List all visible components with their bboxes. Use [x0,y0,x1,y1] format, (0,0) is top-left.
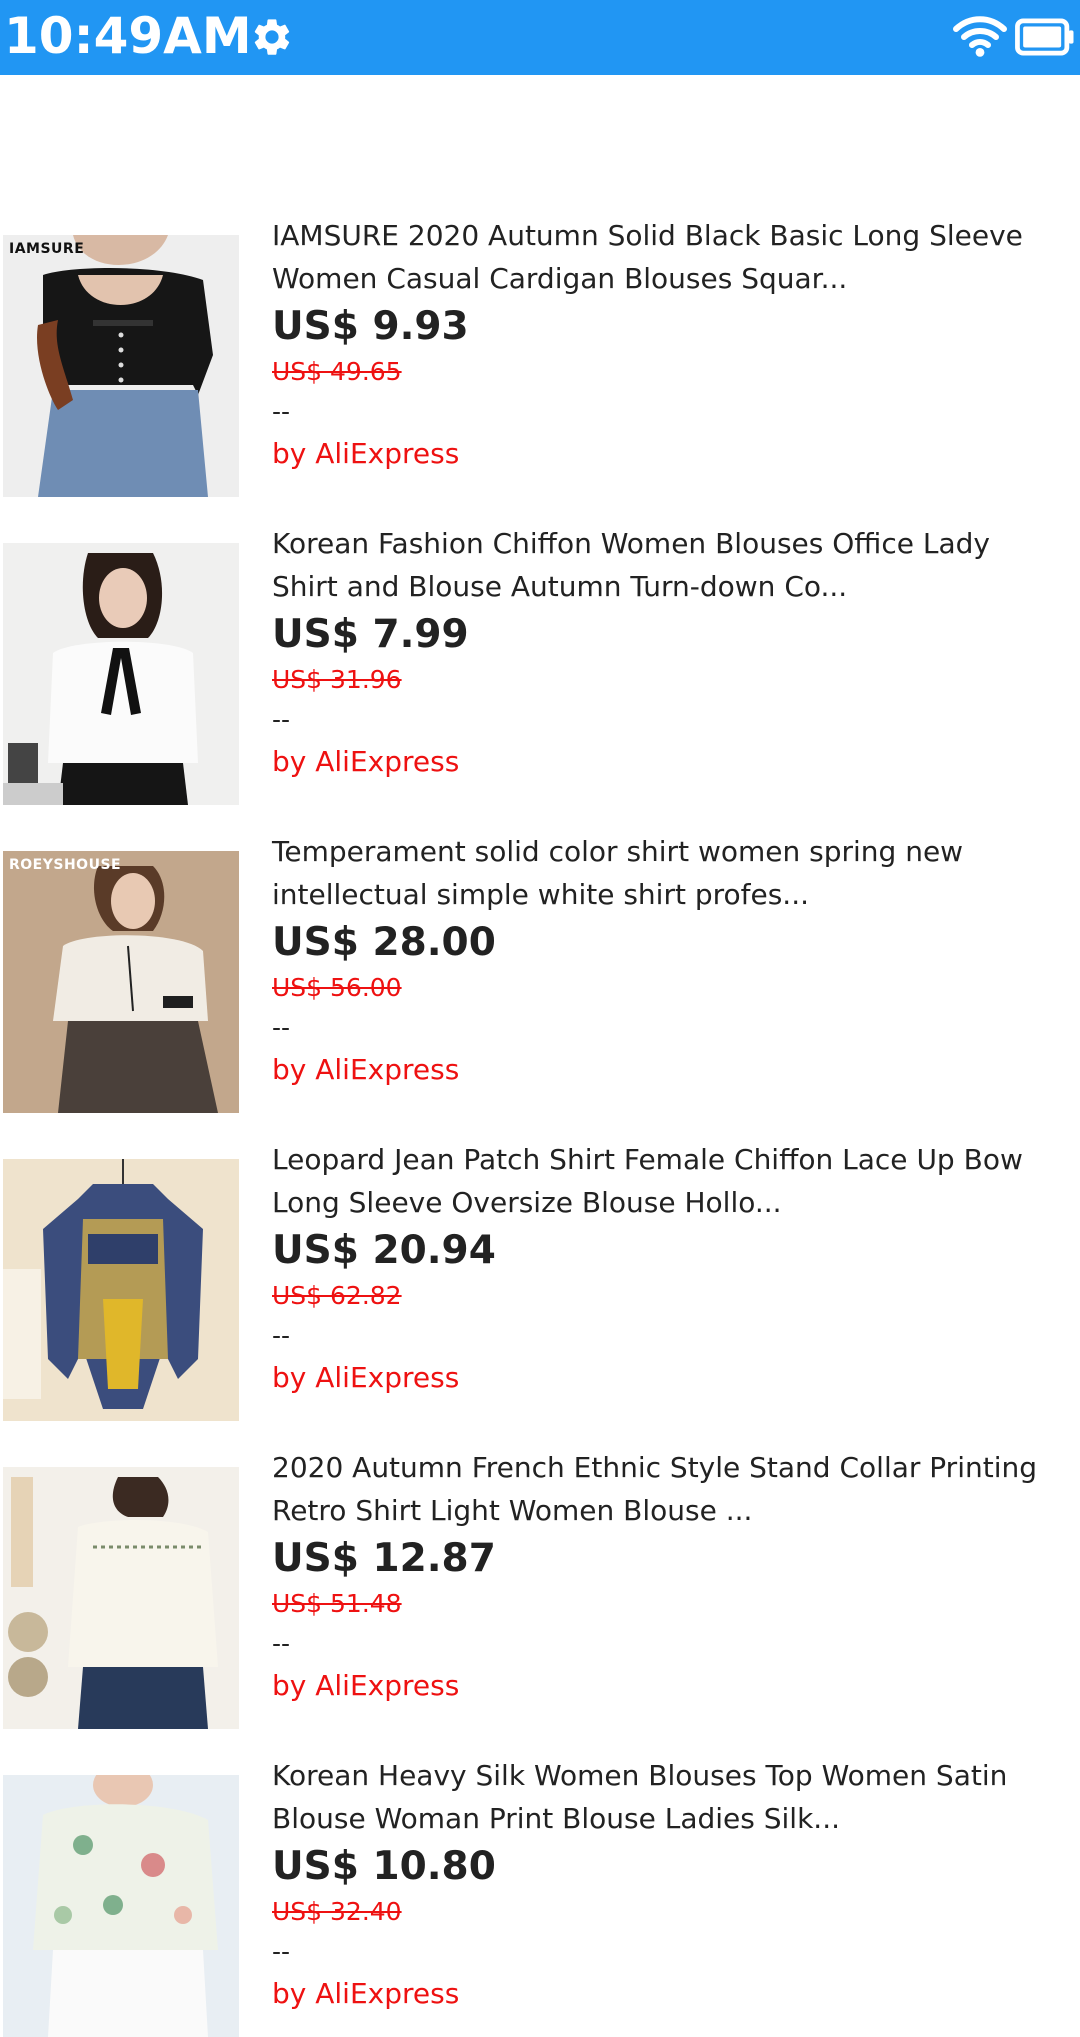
product-title[interactable]: Leopard Jean Patch Shirt Female Chiffon … [272,1138,1072,1224]
wifi-icon [953,16,1007,57]
product-rating-placeholder: -- [272,397,291,426]
product-info[interactable]: Korean Heavy Silk Women Blouses Top Wome… [272,1754,1072,2016]
product-item[interactable]: IAMSURE IAMSURE 2020 Autumn Solid Black … [0,142,1080,497]
product-title[interactable]: Korean Fashion Chiffon Women Blouses Off… [272,522,1072,608]
product-rating-placeholder: -- [272,705,291,734]
product-info[interactable]: 2020 Autumn French Ethnic Style Stand Co… [272,1446,1072,1708]
thumbnail-brand-text: ROEYSHOUSE [9,857,122,873]
product-rating-placeholder: -- [272,1629,291,1658]
product-item[interactable]: Korean Fashion Chiffon Women Blouses Off… [0,450,1080,805]
product-price: US$ 9.93 [272,304,469,349]
gear-icon [254,19,290,55]
product-info[interactable]: IAMSURE 2020 Autumn Solid Black Basic Lo… [272,214,1072,476]
product-thumbnail[interactable] [3,1775,239,2037]
product-title[interactable]: Temperament solid color shirt women spri… [272,830,1072,916]
product-title[interactable]: IAMSURE 2020 Autumn Solid Black Basic Lo… [272,214,1072,300]
product-price: US$ 7.99 [272,612,469,657]
product-seller[interactable]: by AliExpress [272,1972,1072,2016]
product-info[interactable]: Leopard Jean Patch Shirt Female Chiffon … [272,1138,1072,1400]
product-item[interactable]: 2020 Autumn French Ethnic Style Stand Co… [0,1374,1080,1729]
product-title[interactable]: Korean Heavy Silk Women Blouses Top Wome… [272,1754,1072,1840]
status-time: 10:49AM [4,7,252,65]
product-original-price: US$ 62.82 [272,1281,402,1310]
product-rating-placeholder: -- [272,1937,291,1966]
product-item[interactable]: Korean Heavy Silk Women Blouses Top Wome… [0,1682,1080,2037]
product-price: US$ 28.00 [272,920,496,965]
product-original-price: US$ 51.48 [272,1589,402,1618]
product-original-price: US$ 56.00 [272,973,402,1002]
battery-icon [1015,18,1074,56]
thumbnail-brand-text: IAMSURE [9,241,85,257]
product-price: US$ 10.80 [272,1844,496,1889]
product-item[interactable]: ROEYSHOUSE Temperament solid color shirt… [0,758,1080,1113]
product-item[interactable]: Leopard Jean Patch Shirt Female Chiffon … [0,1066,1080,1421]
product-original-price: US$ 31.96 [272,665,402,694]
product-title[interactable]: 2020 Autumn French Ethnic Style Stand Co… [272,1446,1072,1532]
product-rating-placeholder: -- [272,1013,291,1042]
product-price: US$ 12.87 [272,1536,496,1581]
product-price: US$ 20.94 [272,1228,496,1273]
product-image [3,1775,239,2037]
product-original-price: US$ 49.65 [272,357,402,386]
product-rating-placeholder: -- [272,1321,291,1350]
product-info[interactable]: Temperament solid color shirt women spri… [272,830,1072,1092]
product-info[interactable]: Korean Fashion Chiffon Women Blouses Off… [272,522,1072,784]
product-original-price: US$ 32.40 [272,1897,402,1926]
status-bar: 10:49AM [0,0,1080,75]
